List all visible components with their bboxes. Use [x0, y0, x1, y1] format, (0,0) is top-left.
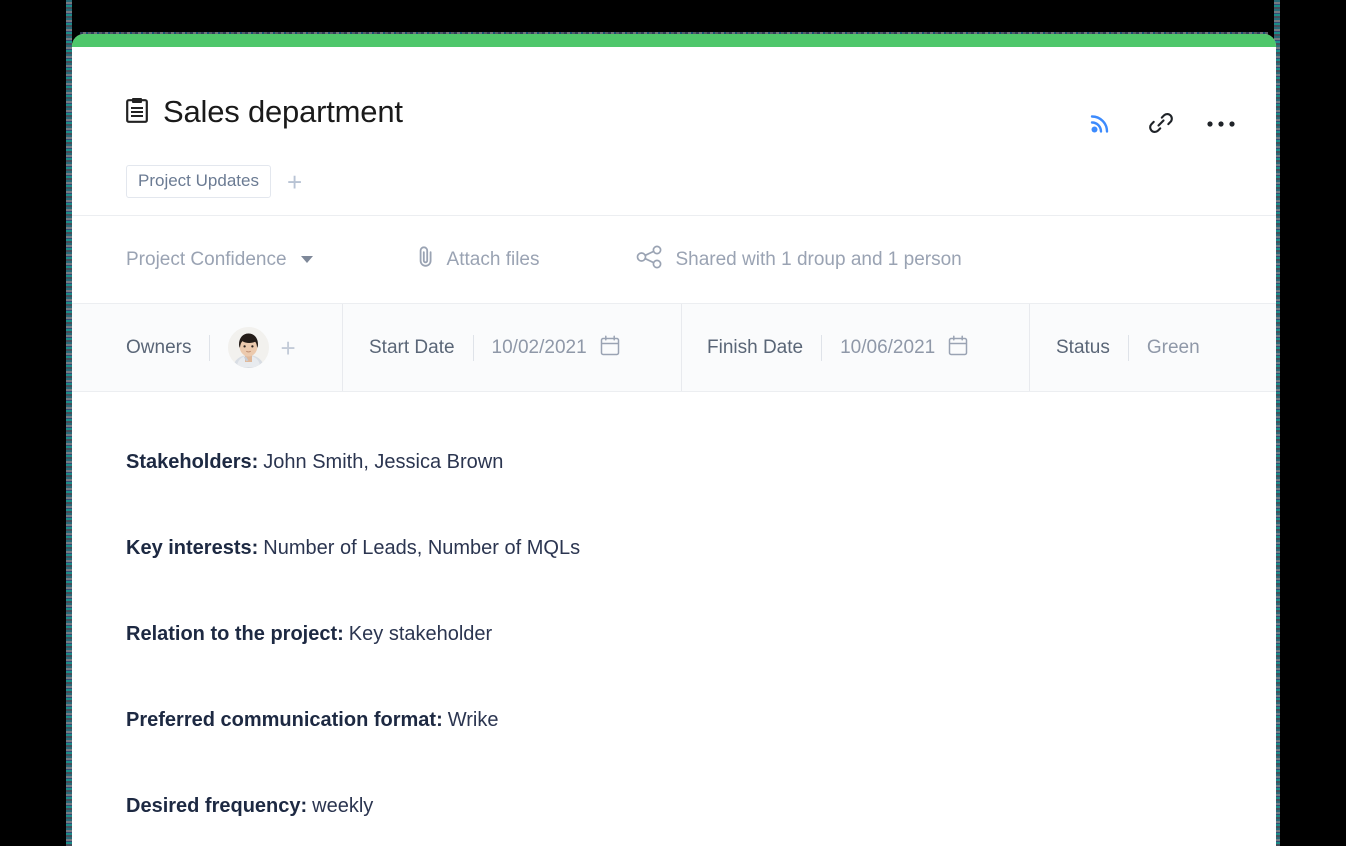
- body-line-key: Desired frequency:: [126, 795, 308, 817]
- body-line: Desired frequency: weekly: [126, 793, 1222, 819]
- body-line-key: Stakeholders:: [126, 451, 259, 473]
- attach-files-button[interactable]: Attach files: [417, 245, 540, 274]
- body-line: Preferred communication format: Wrike: [126, 707, 1222, 733]
- project-accent-bar: [72, 34, 1276, 47]
- shared-with-button[interactable]: Shared with 1 droup and 1 person: [636, 245, 962, 275]
- card-body: Stakeholders: John Smith, Jessica Brown K…: [72, 393, 1276, 846]
- body-line: Stakeholders: John Smith, Jessica Brown: [126, 449, 1222, 475]
- body-line-value: John Smith, Jessica Brown: [263, 451, 504, 473]
- divider: [209, 334, 211, 361]
- project-confidence-label: Project Confidence: [126, 248, 287, 270]
- avatar[interactable]: [228, 327, 270, 368]
- follow-icon: [1088, 110, 1114, 139]
- body-line-value: Number of Leads, Number of MQLs: [263, 537, 581, 559]
- body-line-value: weekly: [312, 795, 374, 817]
- divider: [1127, 334, 1129, 361]
- toolbar: Project Confidence Attach files Shared w…: [72, 216, 1276, 304]
- calendar-icon[interactable]: [600, 335, 620, 361]
- more-options-icon: [1206, 117, 1236, 132]
- card-header: Sales department Project Updates +: [72, 47, 1276, 216]
- tag-project-updates[interactable]: Project Updates: [126, 165, 271, 199]
- clipboard-icon: [126, 97, 148, 128]
- divider: [472, 334, 474, 361]
- add-tag-button[interactable]: +: [281, 169, 308, 195]
- status-label: Status: [1056, 336, 1110, 358]
- body-line: Relation to the project: Key stakeholder: [126, 621, 1222, 647]
- meta-cell-start-date[interactable]: Start Date 10/02/2021: [343, 304, 682, 391]
- chevron-down-icon: [300, 256, 313, 263]
- project-confidence-dropdown[interactable]: Project Confidence: [126, 249, 313, 271]
- page-title: Sales department: [163, 94, 403, 129]
- link-icon: [1147, 109, 1175, 140]
- meta-cell-finish-date[interactable]: Finish Date 10/06/2021: [682, 304, 1030, 391]
- add-owner-button[interactable]: +: [280, 335, 295, 361]
- title-row: Sales department: [126, 94, 403, 130]
- status-badge: Green: [1146, 336, 1200, 358]
- paperclip-icon: [417, 245, 436, 274]
- divider: [821, 334, 823, 361]
- metadata-row: Owners + Start Date 10/02/2021 Finish Da…: [72, 304, 1276, 392]
- body-line-value: Wrike: [447, 709, 499, 731]
- attach-files-label: Attach files: [446, 248, 540, 270]
- body-line-key: Key interests:: [126, 537, 259, 559]
- body-line: Key interests: Number of Leads, Number of…: [126, 535, 1222, 561]
- body-line-key: Relation to the project:: [126, 623, 344, 645]
- follow-button[interactable]: [1084, 107, 1118, 141]
- meta-cell-status[interactable]: Status Green: [1030, 304, 1276, 391]
- share-nodes-icon: [636, 245, 664, 275]
- header-actions: [1084, 107, 1238, 141]
- start-date-value: 10/02/2021: [491, 336, 587, 358]
- body-line-value: Key stakeholder: [348, 623, 493, 645]
- screenshot-stage: Sales department Project Updates + Proje…: [0, 0, 1346, 846]
- project-card: Sales department Project Updates + Proje…: [72, 34, 1276, 846]
- shared-with-label: Shared with 1 droup and 1 person: [675, 248, 962, 270]
- meta-cell-owners: Owners +: [72, 304, 343, 391]
- calendar-icon[interactable]: [948, 335, 968, 361]
- more-options-button[interactable]: [1204, 107, 1238, 141]
- start-date-label: Start Date: [369, 336, 455, 358]
- finish-date-label: Finish Date: [707, 336, 804, 358]
- tag-row: Project Updates +: [126, 165, 308, 199]
- body-line-key: Preferred communication format:: [126, 709, 443, 731]
- owners-label: Owners: [126, 336, 192, 358]
- finish-date-value: 10/06/2021: [840, 336, 936, 358]
- copy-link-button[interactable]: [1144, 107, 1178, 141]
